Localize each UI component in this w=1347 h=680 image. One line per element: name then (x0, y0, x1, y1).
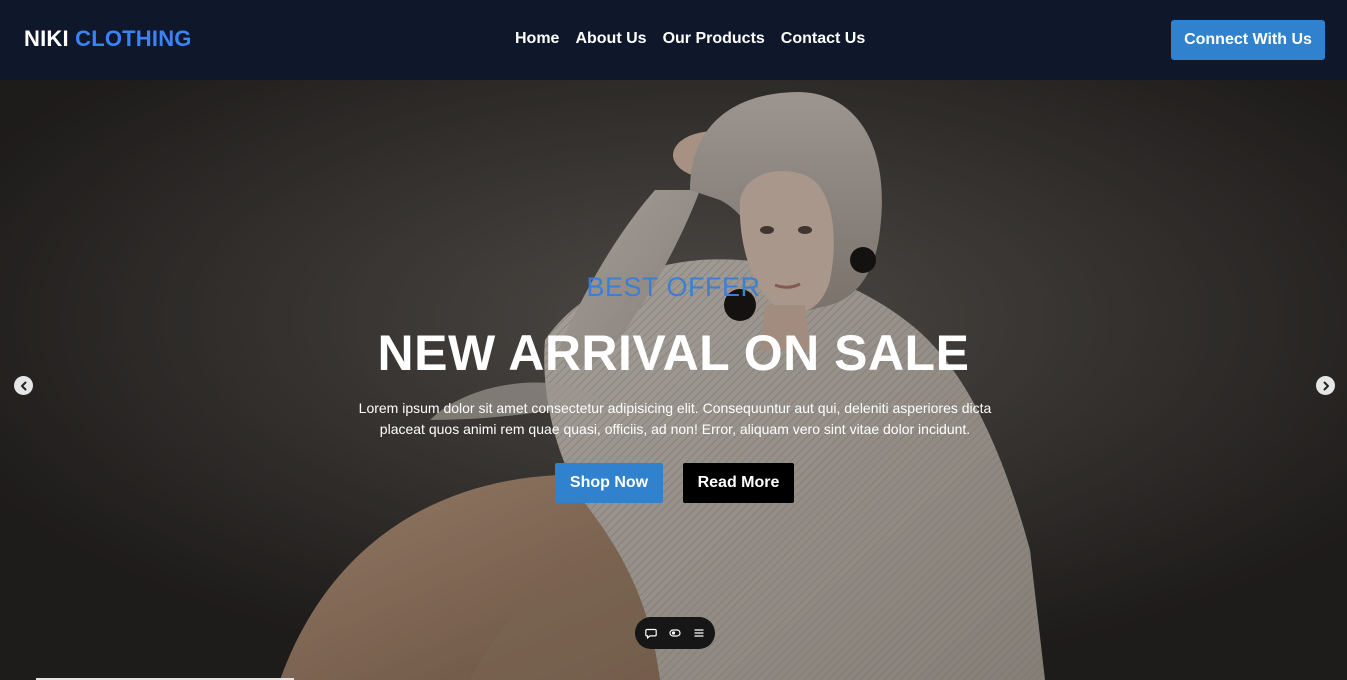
main-nav: Home About Us Our Products Contact Us (515, 30, 865, 48)
nav-about-us[interactable]: About Us (575, 30, 646, 48)
brand-name-part2: CLOTHING (75, 26, 192, 51)
read-more-button[interactable]: Read More (683, 463, 794, 503)
site-header: NIKI CLOTHING Home About Us Our Products… (0, 0, 1347, 80)
carousel-next-button[interactable] (1316, 376, 1335, 395)
hero-kicker: BEST OFFER (586, 272, 761, 302)
nav-our-products[interactable]: Our Products (663, 30, 765, 48)
brand-logo[interactable]: NIKI CLOTHING (24, 26, 192, 52)
connect-with-us-button[interactable]: Connect With Us (1171, 20, 1325, 60)
chevron-left-icon (20, 381, 26, 390)
menu-icon[interactable] (693, 627, 705, 639)
hero-title: NEW ARRIVAL ON SALE (377, 325, 970, 381)
chat-bubble-icon[interactable] (645, 627, 657, 639)
brand-name-part1: NIKI (24, 26, 69, 51)
chevron-right-icon (1323, 381, 1329, 390)
shop-now-button[interactable]: Shop Now (555, 463, 663, 503)
hero-description: Lorem ipsum dolor sit amet consectetur a… (358, 400, 992, 437)
floating-toolbar (635, 617, 715, 649)
nav-contact-us[interactable]: Contact Us (781, 30, 865, 48)
nav-home[interactable]: Home (515, 30, 559, 48)
hero-slider: BEST OFFER NEW ARRIVAL ON SALE Lorem ips… (0, 80, 1347, 680)
carousel-prev-button[interactable] (14, 376, 33, 395)
toggle-icon[interactable] (669, 627, 681, 639)
